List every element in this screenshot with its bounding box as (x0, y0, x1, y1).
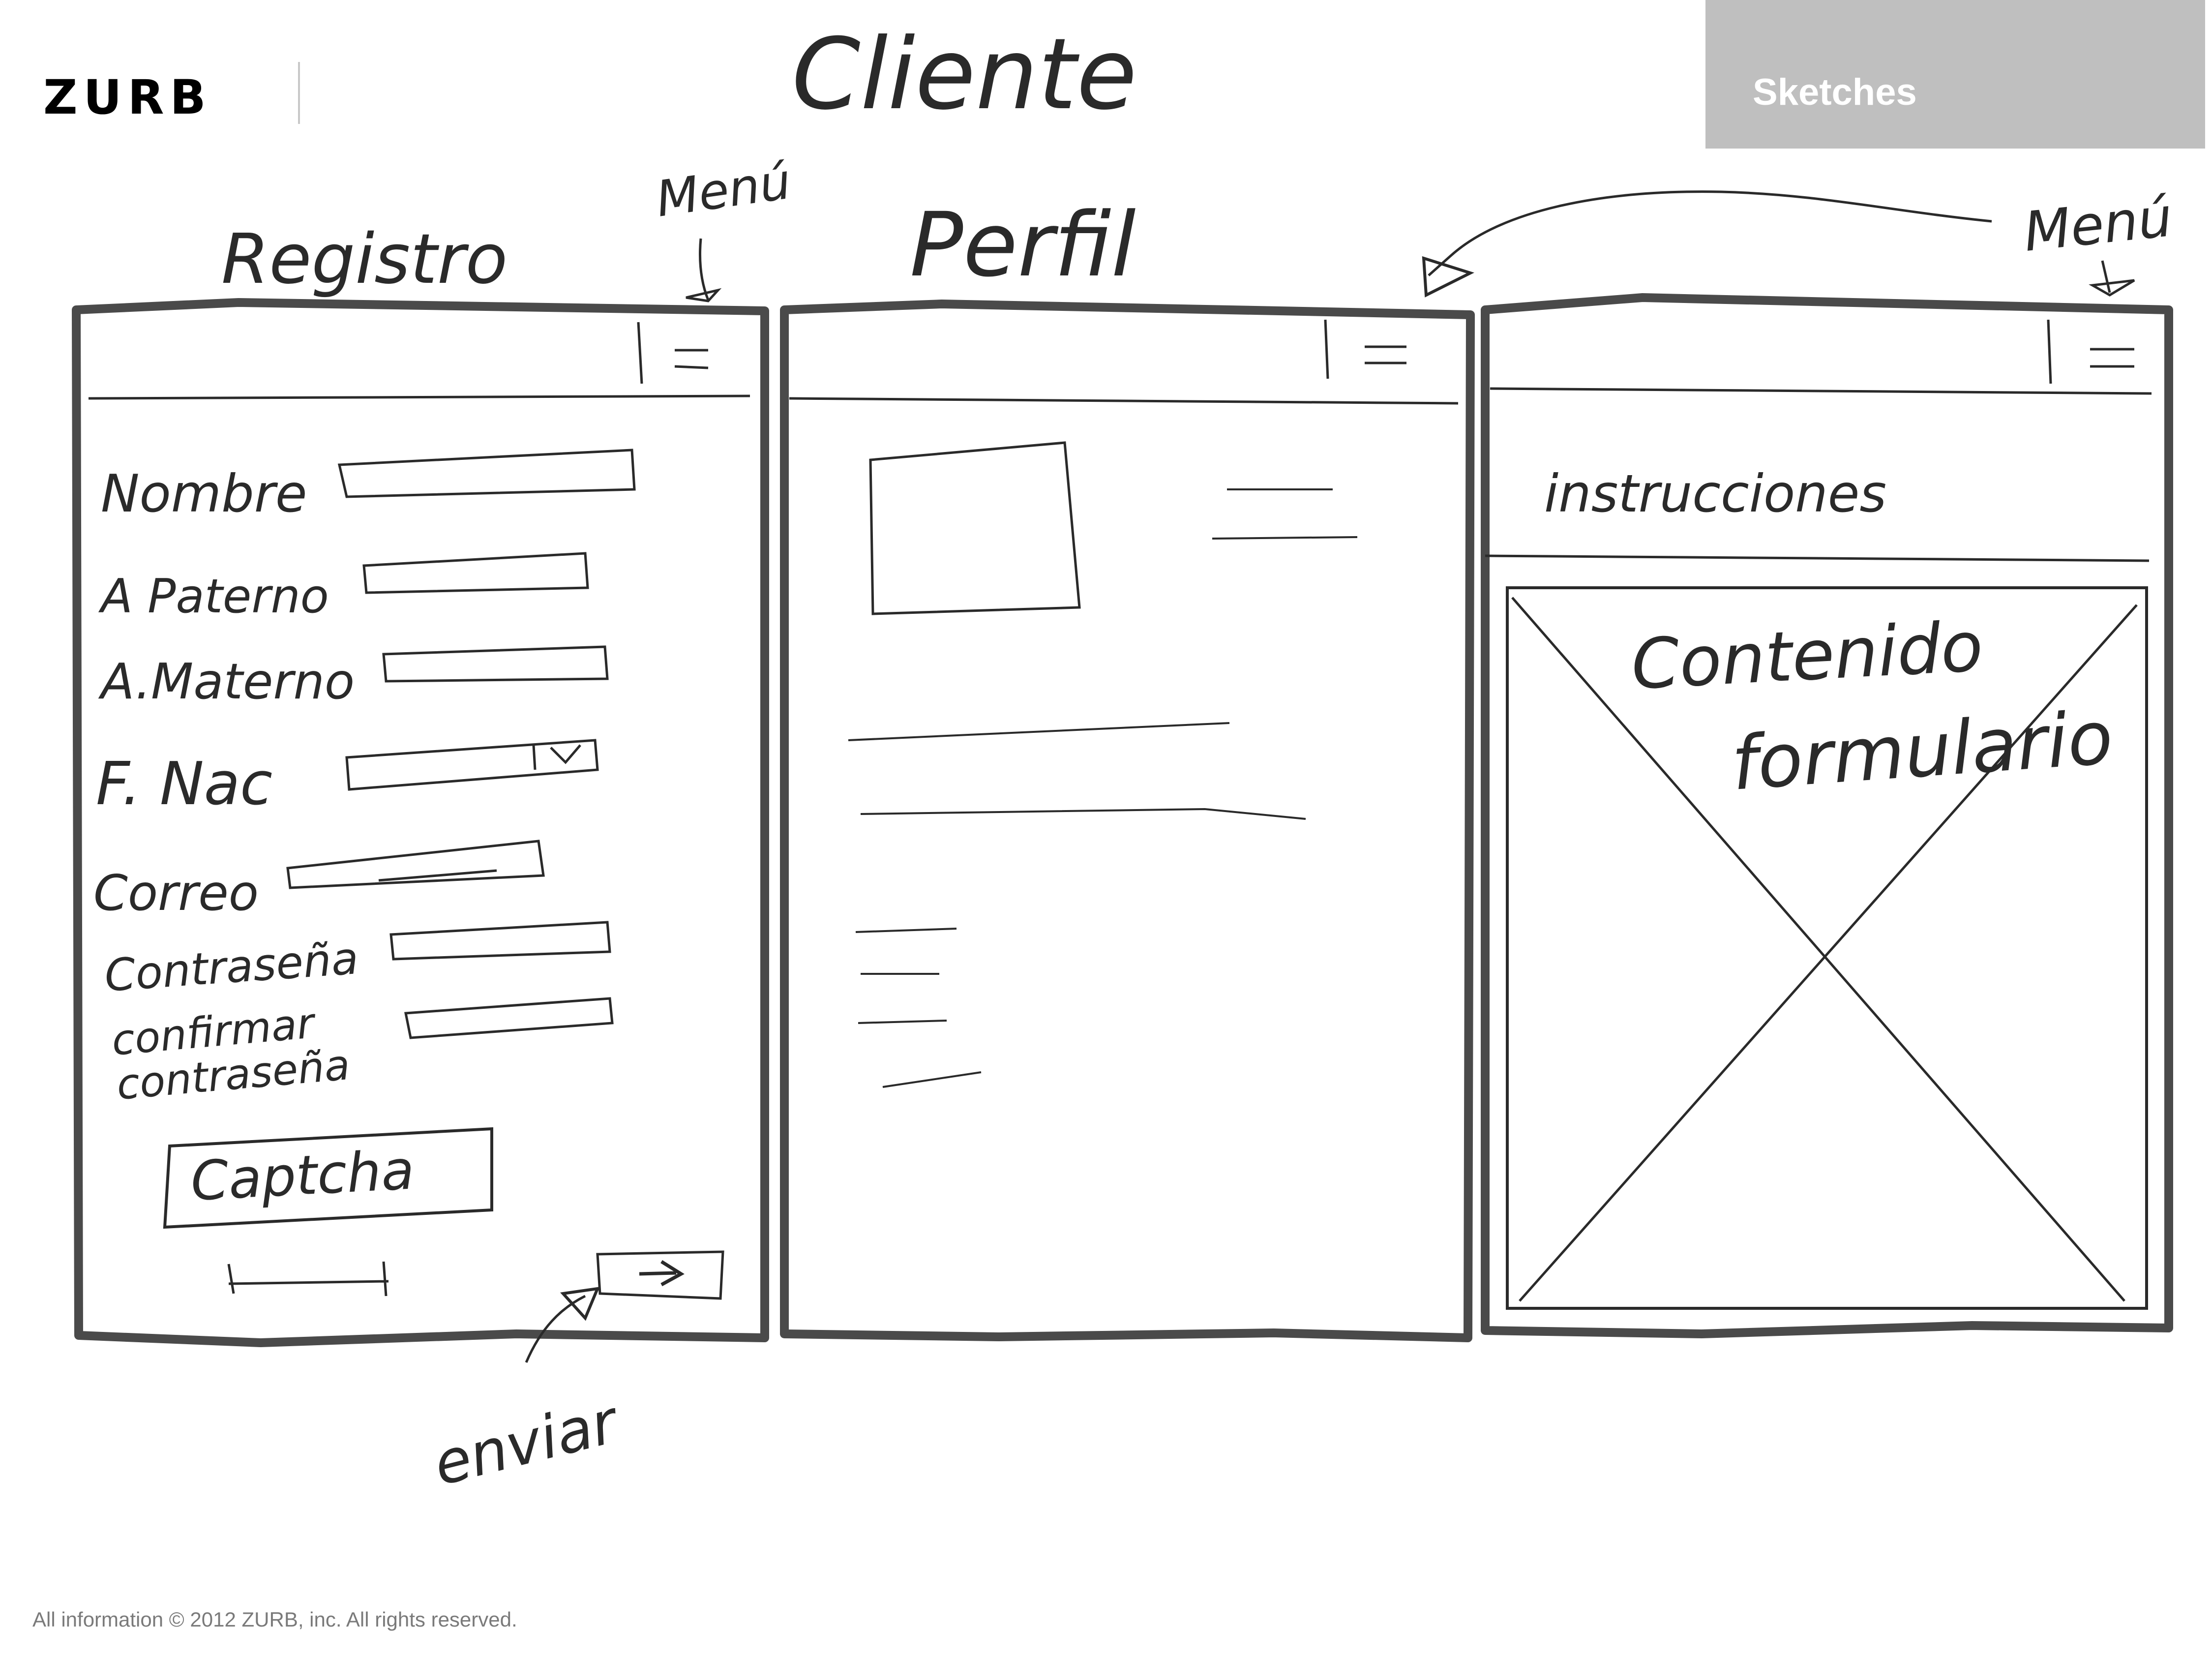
field-input-nombre[interactable] (337, 449, 636, 498)
profile-text-line-3 (848, 722, 1230, 741)
field-label-fnac: F. Nac (96, 750, 272, 818)
arrow-right-icon (639, 1260, 685, 1287)
field-label-contrasena: Contraseña (103, 933, 360, 1002)
captcha-label: Captcha (189, 1138, 416, 1213)
registro-screen-frame (72, 298, 769, 1347)
menu-arrow-right (2101, 260, 2111, 293)
field-label-correo: Correo (93, 864, 259, 922)
chevron-down-icon[interactable] (532, 744, 581, 770)
perfil-header-divider (789, 397, 1459, 405)
menu-arrow-left (699, 238, 710, 301)
sketch-title: Cliente (792, 17, 1137, 132)
connector-arrow (1428, 190, 1992, 276)
profile-text-line-4 (860, 808, 1306, 820)
field-input-confirmar[interactable] (404, 997, 614, 1039)
formulario-screen-frame (1481, 293, 2173, 1338)
profile-text-line-5 (855, 928, 957, 933)
profile-text-line-8 (882, 1071, 982, 1088)
formulario-hamburger-icon[interactable] (2047, 319, 2134, 384)
instructions-label: instrucciones (1544, 464, 1886, 524)
captcha-input[interactable] (227, 1261, 389, 1297)
profile-text-line-7 (858, 1020, 947, 1024)
profile-text-line-2 (1212, 536, 1358, 540)
send-annotation: enviar (427, 1387, 627, 1499)
field-input-fnac[interactable] (345, 739, 599, 791)
form-content-placeholder (1506, 586, 2148, 1310)
profile-photo-placeholder (869, 441, 1081, 615)
captcha-box[interactable]: Captcha (163, 1127, 493, 1229)
copyright-footer: All information © 2012 ZURB, inc. All ri… (32, 1608, 517, 1631)
send-pointer (525, 1295, 586, 1363)
form-content-line-1: Contenido (1629, 607, 1985, 705)
send-pointer-head (560, 1287, 600, 1321)
registro-header-divider (88, 394, 750, 400)
perfil-hamburger-icon[interactable] (1324, 319, 1406, 379)
form-content-line-2: formulario (1729, 695, 2115, 807)
instructions-divider (1485, 554, 2150, 562)
field-input-amaterno[interactable] (382, 645, 609, 683)
menu-annotation-right: Menú (2021, 185, 2175, 264)
field-label-amaterno: A.Materno (98, 653, 355, 710)
field-input-correo[interactable] (286, 840, 545, 889)
send-button[interactable] (596, 1250, 724, 1300)
field-label-apaterno: A Paterno (98, 570, 329, 624)
field-label-nombre: Nombre (101, 464, 307, 524)
perfil-title: Perfil (910, 194, 1136, 297)
registro-hamburger-icon[interactable] (637, 322, 709, 384)
formulario-header-divider (1490, 387, 2152, 395)
menu-arrowhead-left (686, 288, 722, 302)
menu-annotation-left: Menú (653, 152, 794, 228)
field-input-apaterno[interactable] (362, 552, 589, 594)
connector-arrowhead (1422, 256, 1474, 298)
registro-title: Registro (221, 219, 508, 300)
field-input-contrasena[interactable] (389, 921, 611, 961)
wireframe-sketch: Cliente Registro Perfil Menú Menú Nombre… (72, 17, 2175, 1499)
menu-arrowhead-right (2089, 279, 2135, 297)
